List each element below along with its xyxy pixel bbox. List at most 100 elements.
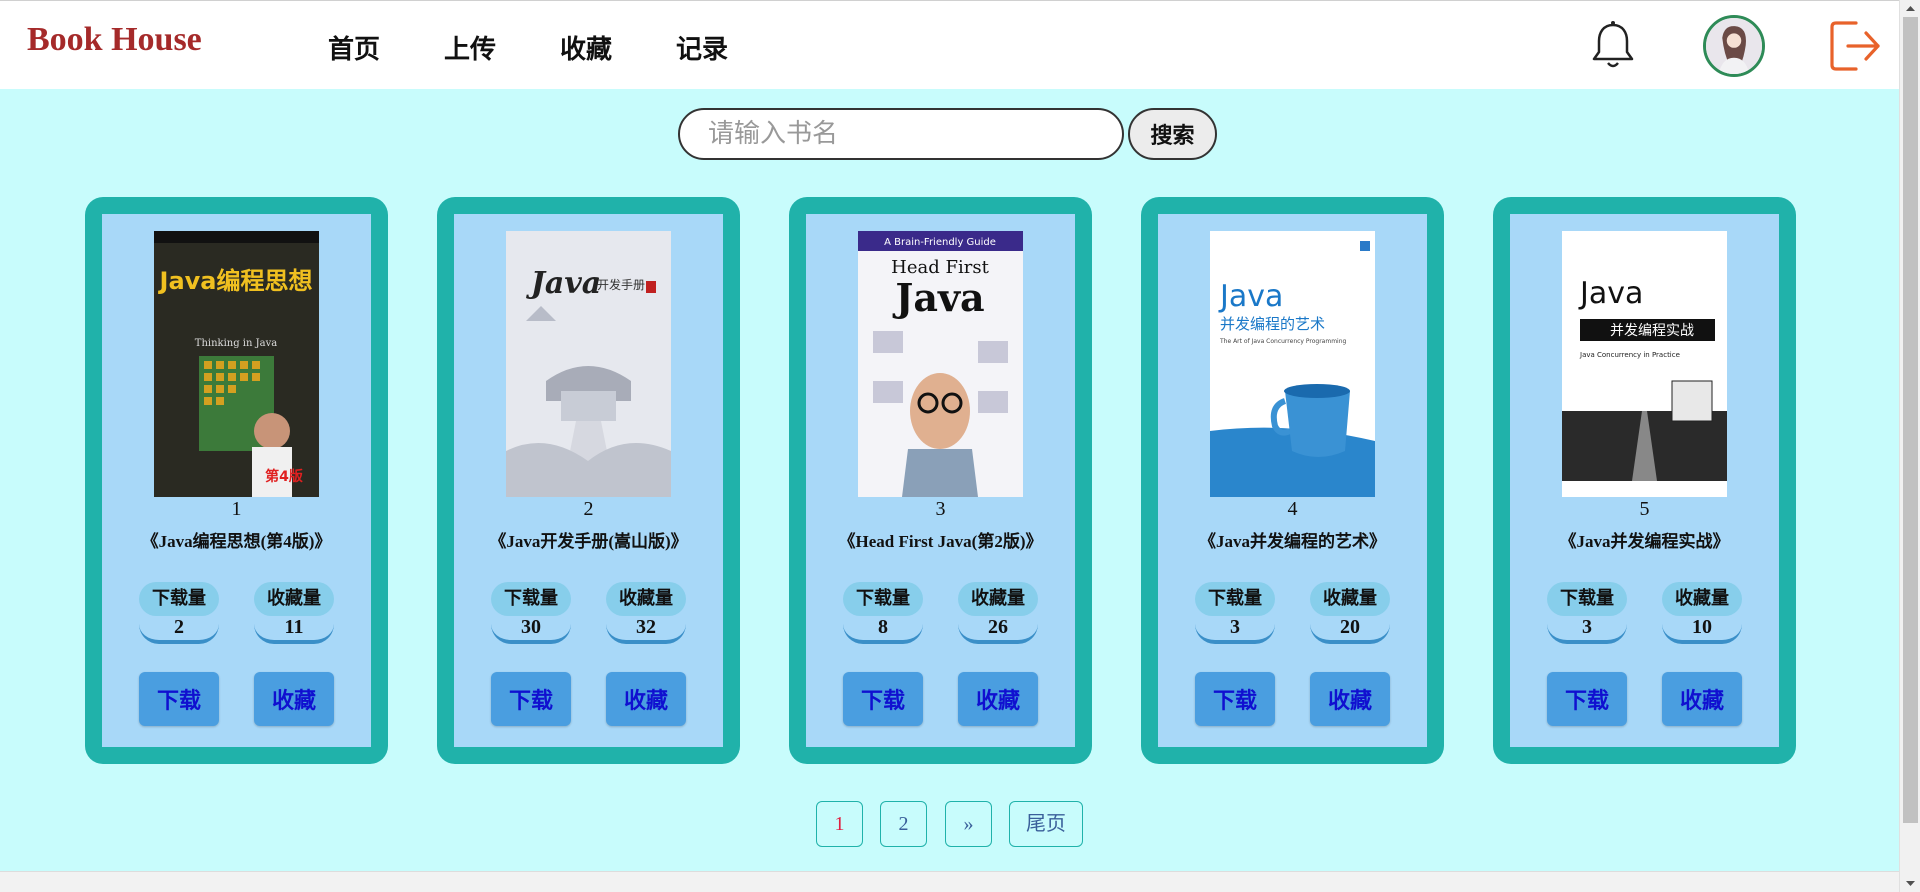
page-footer bbox=[0, 871, 1899, 892]
book-card: A Brain-Friendly Guide Head First Java 3… bbox=[789, 197, 1092, 764]
download-button[interactable]: 下载 bbox=[1547, 672, 1627, 726]
cover-subtitle: Java bbox=[892, 275, 984, 320]
favorite-count-label: 收藏量 bbox=[1310, 582, 1390, 616]
download-count-value: 3 bbox=[1195, 616, 1275, 644]
download-button[interactable]: 下载 bbox=[491, 672, 571, 726]
favorite-count-label: 收藏量 bbox=[254, 582, 334, 616]
book-title[interactable]: 《Head First Java(第2版)》 bbox=[806, 527, 1075, 552]
download-count-label: 下载量 bbox=[843, 582, 923, 616]
download-count-value: 30 bbox=[491, 616, 571, 644]
bell-icon[interactable] bbox=[1586, 19, 1640, 73]
nav-favorites[interactable]: 收藏 bbox=[560, 29, 612, 66]
download-count-label: 下载量 bbox=[491, 582, 571, 616]
last-page-link[interactable]: 尾页 bbox=[1009, 801, 1083, 847]
favorite-count: 收藏量 26 bbox=[958, 582, 1038, 644]
nav-history[interactable]: 记录 bbox=[676, 29, 728, 66]
book-title[interactable]: 《Java并发编程的艺术》 bbox=[1158, 527, 1427, 552]
next-page-link[interactable]: » bbox=[945, 801, 992, 847]
main-nav: 首页 上传 收藏 记录 bbox=[328, 29, 792, 66]
book-card: Java编程思想 Thinking in Java 第4版 1 《Java编程思… bbox=[85, 197, 388, 764]
cover-title: Java编程思想 bbox=[158, 267, 313, 295]
download-count-label: 下载量 bbox=[139, 582, 219, 616]
favorite-count-value: 20 bbox=[1310, 616, 1390, 644]
download-count-value: 2 bbox=[139, 616, 219, 644]
top-header: Book House 首页 上传 收藏 记录 bbox=[0, 0, 1899, 89]
download-count-value: 3 bbox=[1547, 616, 1627, 644]
download-count: 下载量 8 bbox=[843, 582, 923, 644]
book-cover[interactable]: Java编程思想 Thinking in Java 第4版 bbox=[154, 231, 319, 497]
book-card-body: Java 并发编程的艺术 The Art of Java Concurrency… bbox=[1158, 214, 1427, 747]
search-input[interactable] bbox=[678, 108, 1124, 160]
download-count-value: 8 bbox=[843, 616, 923, 644]
book-cover[interactable]: A Brain-Friendly Guide Head First Java bbox=[858, 231, 1023, 497]
download-button[interactable]: 下载 bbox=[139, 672, 219, 726]
book-number: 2 bbox=[583, 498, 594, 520]
favorite-count-label: 收藏量 bbox=[1662, 582, 1742, 616]
book-cover[interactable]: Java 开发手册 bbox=[506, 231, 671, 497]
book-card: Java 并发编程的艺术 The Art of Java Concurrency… bbox=[1141, 197, 1444, 764]
scroll-up-icon[interactable] bbox=[1900, 0, 1920, 17]
favorite-button[interactable]: 收藏 bbox=[1662, 672, 1742, 726]
favorite-count: 收藏量 32 bbox=[606, 582, 686, 644]
book-cover[interactable]: Java 并发编程的艺术 The Art of Java Concurrency… bbox=[1210, 231, 1375, 497]
book-title[interactable]: 《Java开发手册(嵩山版)》 bbox=[454, 527, 723, 552]
download-count: 下载量 2 bbox=[139, 582, 219, 644]
book-card: Java 并发编程实战 Java Concurrency in Practice… bbox=[1493, 197, 1796, 764]
cover-title: Java bbox=[1218, 279, 1283, 314]
vertical-scrollbar[interactable] bbox=[1899, 0, 1920, 892]
favorite-count: 收藏量 11 bbox=[254, 582, 334, 644]
favorite-count-value: 32 bbox=[606, 616, 686, 644]
logout-icon[interactable] bbox=[1826, 17, 1882, 75]
page-1-link[interactable]: 1 bbox=[816, 801, 863, 847]
search-button[interactable]: 搜索 bbox=[1128, 108, 1217, 160]
favorite-button[interactable]: 收藏 bbox=[958, 672, 1038, 726]
cover-title: Java bbox=[1578, 276, 1643, 311]
site-logo[interactable]: Book House bbox=[27, 21, 202, 59]
cover-subtitle: Thinking in Java bbox=[195, 338, 277, 349]
book-card-body: Java 并发编程实战 Java Concurrency in Practice… bbox=[1510, 214, 1779, 747]
book-card-body: A Brain-Friendly Guide Head First Java 3… bbox=[806, 214, 1075, 747]
book-number: 4 bbox=[1287, 498, 1298, 520]
book-number: 5 bbox=[1639, 498, 1650, 520]
nav-upload[interactable]: 上传 bbox=[444, 29, 496, 66]
favorite-count-value: 10 bbox=[1662, 616, 1742, 644]
favorite-count-label: 收藏量 bbox=[958, 582, 1038, 616]
favorite-count: 收藏量 10 bbox=[1662, 582, 1742, 644]
book-number: 1 bbox=[231, 498, 242, 520]
book-number: 3 bbox=[935, 498, 946, 520]
page-2-link[interactable]: 2 bbox=[880, 801, 927, 847]
user-avatar[interactable] bbox=[1703, 15, 1765, 77]
pagination: 1 2 » 尾页 bbox=[0, 801, 1899, 847]
download-count: 下载量 30 bbox=[491, 582, 571, 644]
cover-title: Java bbox=[526, 266, 602, 301]
scroll-down-icon[interactable] bbox=[1900, 875, 1920, 892]
cover-english: The Art of Java Concurrency Programming bbox=[1219, 338, 1347, 345]
favorite-count-label: 收藏量 bbox=[606, 582, 686, 616]
book-card-body: Java编程思想 Thinking in Java 第4版 1 《Java编程思… bbox=[102, 214, 371, 747]
cover-subtitle: 并发编程的艺术 bbox=[1220, 315, 1325, 333]
book-title[interactable]: 《Java并发编程实战》 bbox=[1510, 527, 1779, 552]
nav-home[interactable]: 首页 bbox=[328, 29, 380, 66]
favorite-button[interactable]: 收藏 bbox=[254, 672, 334, 726]
favorite-button[interactable]: 收藏 bbox=[1310, 672, 1390, 726]
scrollbar-thumb[interactable] bbox=[1903, 17, 1918, 823]
favorite-count-value: 11 bbox=[254, 616, 334, 644]
download-count: 下载量 3 bbox=[1547, 582, 1627, 644]
book-cover[interactable]: Java 并发编程实战 Java Concurrency in Practice bbox=[1562, 231, 1727, 497]
download-count: 下载量 3 bbox=[1195, 582, 1275, 644]
cover-subtitle: 并发编程实战 bbox=[1610, 323, 1694, 339]
cover-badge: 第4版 bbox=[265, 468, 303, 485]
cover-english: Java Concurrency in Practice bbox=[1579, 351, 1680, 359]
favorite-button[interactable]: 收藏 bbox=[606, 672, 686, 726]
download-count-label: 下载量 bbox=[1547, 582, 1627, 616]
download-button[interactable]: 下载 bbox=[1195, 672, 1275, 726]
main-content: 搜索 Java编程思想 Thinking in Java bbox=[0, 89, 1899, 871]
book-card-body: Java 开发手册 2 《Java开发手册(嵩山版)》 下载量 30 收藏量 3… bbox=[454, 214, 723, 747]
favorite-count-value: 26 bbox=[958, 616, 1038, 644]
book-title[interactable]: 《Java编程思想(第4版)》 bbox=[102, 527, 371, 552]
book-card: Java 开发手册 2 《Java开发手册(嵩山版)》 下载量 30 收藏量 3… bbox=[437, 197, 740, 764]
favorite-count: 收藏量 20 bbox=[1310, 582, 1390, 644]
download-count-label: 下载量 bbox=[1195, 582, 1275, 616]
download-button[interactable]: 下载 bbox=[843, 672, 923, 726]
cover-top: A Brain-Friendly Guide bbox=[884, 237, 996, 248]
